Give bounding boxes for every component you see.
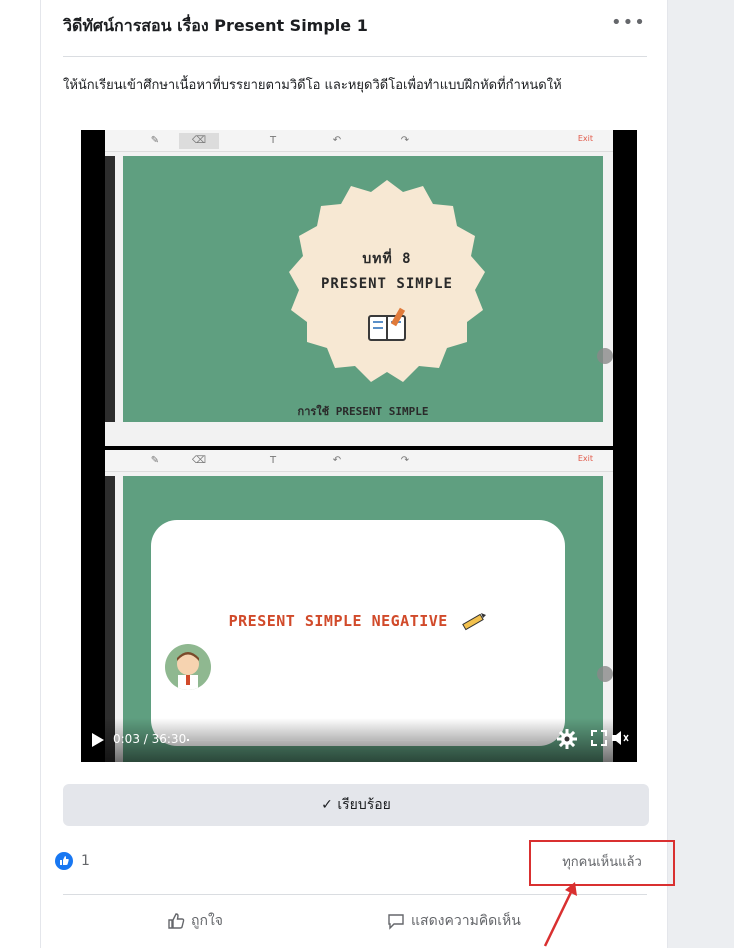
scalloped-badge-icon xyxy=(289,180,485,382)
like-button[interactable]: ถูกใจ xyxy=(167,906,223,936)
seek-bar[interactable] xyxy=(187,739,537,741)
text-tool-icon: T xyxy=(269,135,277,146)
feed-background xyxy=(668,0,734,948)
exit-label: Exit xyxy=(577,454,593,463)
whiteboard-toolbar-2: ✎ ⌫ T ↶ ↷ Exit xyxy=(105,450,613,472)
side-dot xyxy=(597,666,613,682)
left-margin xyxy=(0,0,40,948)
thumbs-up-icon xyxy=(168,913,185,929)
video-player[interactable]: ✎ ⌫ T ↶ ↷ Exit บทที่ 8 PRESENT SIMPLE กา… xyxy=(81,130,637,762)
eraser-tool-icon: ⌫ xyxy=(179,133,219,149)
post-description: ให้นักเรียนเข้าศึกษาเนื้อหาที่บรรยายตามว… xyxy=(63,78,562,93)
whiteboard-toolbar: ✎ ⌫ T ↶ ↷ Exit xyxy=(105,130,613,152)
undo-icon: ↶ xyxy=(332,455,342,466)
done-button[interactable]: ✓ เรียบร้อย xyxy=(63,784,649,826)
like-count[interactable]: 1 xyxy=(81,853,90,869)
pencil-icon xyxy=(462,612,487,630)
gear-icon[interactable] xyxy=(557,729,577,749)
exit-label: Exit xyxy=(577,134,593,143)
slide-heading: PRESENT SIMPLE NEGATIVE xyxy=(151,612,565,631)
more-options-button[interactable]: ••• xyxy=(611,14,646,32)
like-reaction-icon[interactable] xyxy=(55,852,73,870)
comment-icon xyxy=(388,914,404,930)
eraser-tool-icon: ⌫ xyxy=(191,455,207,466)
undo-icon: ↶ xyxy=(332,135,342,146)
redo-icon: ↷ xyxy=(400,135,410,146)
play-icon[interactable] xyxy=(91,732,105,748)
slide-caption: การใช้ PRESENT SIMPLE xyxy=(297,405,429,418)
post-card: วิดีทัศน์การสอน เรื่อง Present Simple 1 … xyxy=(40,0,675,948)
fullscreen-icon[interactable] xyxy=(591,730,607,746)
pen-tool-icon: ✎ xyxy=(150,455,160,466)
header-divider xyxy=(63,56,647,57)
slide-heading-text: PRESENT SIMPLE NEGATIVE xyxy=(228,612,448,630)
comment-label: แสดงความคิดเห็น xyxy=(411,913,521,929)
slide-edge xyxy=(105,156,115,422)
like-label: ถูกใจ xyxy=(191,913,223,929)
post-title: วิดีทัศน์การสอน เรื่อง Present Simple 1 xyxy=(63,16,368,35)
text-tool-icon: T xyxy=(269,455,277,466)
teacher-avatar xyxy=(165,644,211,690)
slide-present-simple: บทที่ 8 PRESENT SIMPLE การใช้ PRESENT SI… xyxy=(123,156,603,422)
annotation-arrow-icon xyxy=(543,882,577,947)
comment-button[interactable]: แสดงความคิดเห็น xyxy=(387,906,521,936)
side-dot xyxy=(597,348,613,364)
video-frame-top: ✎ ⌫ T ↶ ↷ Exit บทที่ 8 PRESENT SIMPLE กา… xyxy=(105,130,613,446)
video-frame-bottom: ✎ ⌫ T ↶ ↷ Exit PRESENT SIMPLE NEGATIVE xyxy=(105,450,613,762)
seek-progress xyxy=(187,739,189,741)
redo-icon: ↷ xyxy=(400,455,410,466)
pen-tool-icon: ✎ xyxy=(150,135,160,146)
volume-muted-icon[interactable] xyxy=(611,730,629,746)
video-controls: 0:03 / 36:30 xyxy=(81,718,637,762)
time-display: 0:03 / 36:30 xyxy=(113,732,187,746)
content-card: PRESENT SIMPLE NEGATIVE xyxy=(151,520,565,746)
